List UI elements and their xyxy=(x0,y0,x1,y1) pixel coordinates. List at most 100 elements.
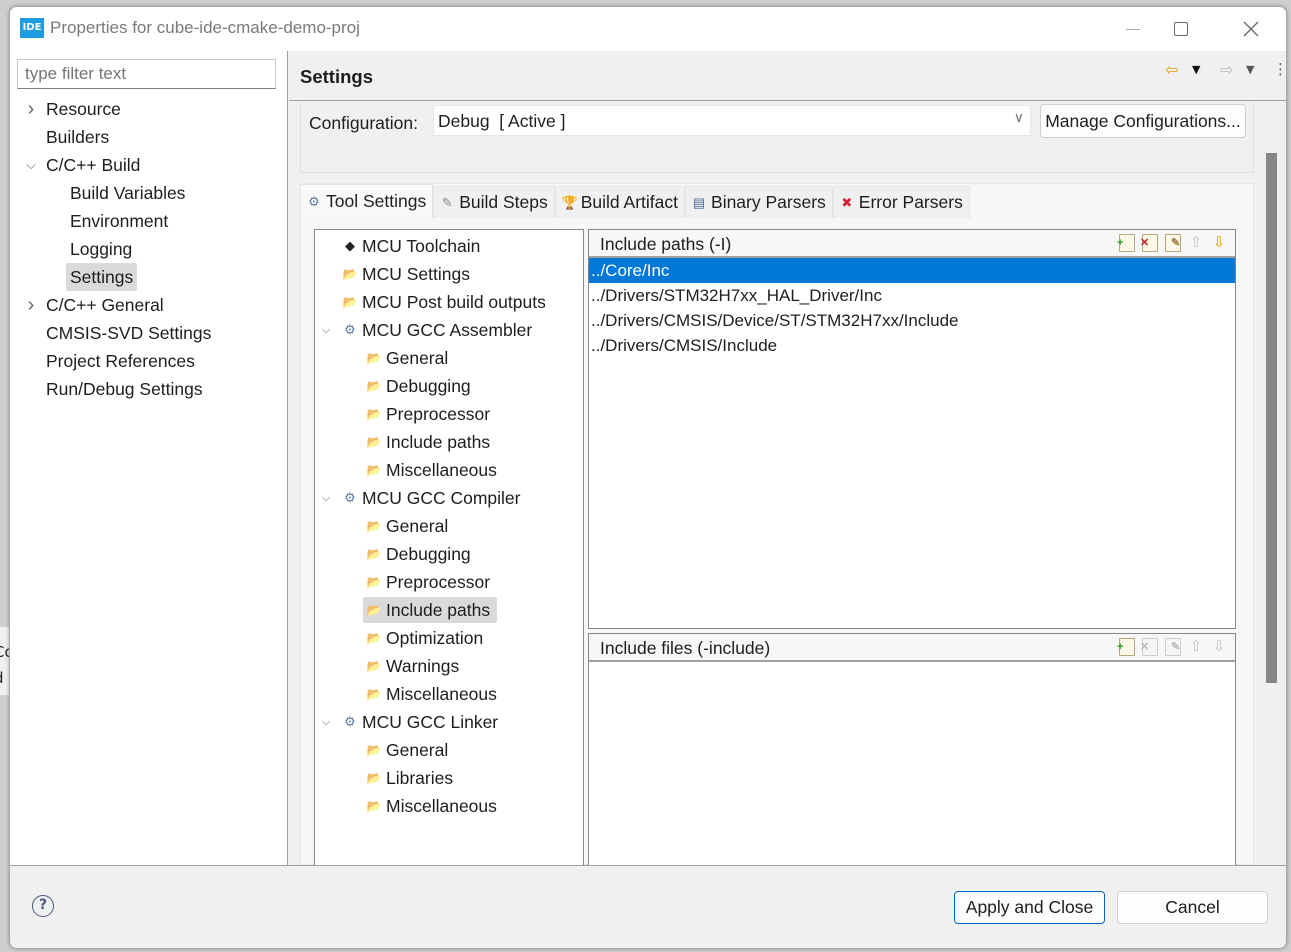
tool-tree-item[interactable]: ⌵ ⚙ MCU GCC Linker xyxy=(315,708,583,736)
option-folder-icon: 📂 xyxy=(366,379,382,393)
tool-tree-item[interactable]: ◆ MCU Toolchain xyxy=(315,232,583,260)
properties-dialog: IDE Properties for cube-ide-cmake-demo-p… xyxy=(9,6,1287,949)
nav-item-label: Project References xyxy=(46,351,195,371)
tool-tree-item[interactable]: 📂 Miscellaneous xyxy=(315,792,583,820)
nav-item-c-c-general[interactable]: › C/C++ General xyxy=(10,291,288,319)
tool-tree-label: Miscellaneous xyxy=(386,684,497,704)
tool-tree-item[interactable]: 📂 Debugging xyxy=(315,540,583,568)
tab-build-steps[interactable]: ✎ Build Steps xyxy=(433,186,555,218)
chevron-down-icon[interactable]: ⌵ xyxy=(319,316,333,344)
tab-label: Error Parsers xyxy=(858,192,963,212)
window-title: Properties for cube-ide-cmake-demo-proj xyxy=(50,18,360,37)
list-item[interactable]: ../Drivers/STM32H7xx_HAL_Driver/Inc xyxy=(589,283,1235,308)
nav-item-label: Environment xyxy=(70,211,169,231)
move-up-icon: ⇧ xyxy=(1189,234,1203,251)
chevron-down-icon[interactable]: ⌵ xyxy=(24,151,38,179)
delete-mark: ✕ xyxy=(1140,237,1150,249)
include-files-panel: Include files (-include) + ✕ ✎ ⇧ ⇩ xyxy=(588,633,1236,869)
edit-icon: ✎ xyxy=(1165,638,1181,656)
filter-input[interactable] xyxy=(17,59,276,89)
background-text: d xyxy=(0,669,4,687)
title-bar[interactable]: IDE Properties for cube-ide-cmake-demo-p… xyxy=(10,7,1286,51)
list-item[interactable]: ../Drivers/CMSIS/Device/ST/STM32H7xx/Inc… xyxy=(589,308,1235,333)
tab-tool-settings[interactable]: ⚙ Tool Settings xyxy=(300,184,434,218)
add-icon[interactable]: + xyxy=(1117,234,1135,252)
nav-item-resource[interactable]: › Resource xyxy=(10,95,288,123)
vertical-scrollbar[interactable] xyxy=(1261,101,1283,865)
tool-tree-label: Debugging xyxy=(386,544,471,564)
configuration-select[interactable]: Debug [ Active ] ∨ xyxy=(433,105,1031,136)
tool-tree-item[interactable]: 📂 MCU Post build outputs xyxy=(315,288,583,316)
forward-dropdown-icon[interactable]: ▼ xyxy=(1246,63,1254,76)
back-button[interactable]: ⇦ xyxy=(1165,60,1178,79)
option-folder-icon: 📂 xyxy=(366,463,382,477)
back-dropdown-icon[interactable]: ▼ xyxy=(1192,63,1200,76)
minimize-button[interactable] xyxy=(1110,7,1156,51)
cancel-button[interactable]: Cancel xyxy=(1117,891,1268,924)
tool-tree-item[interactable]: ⌵ ⚙ MCU GCC Compiler xyxy=(315,484,583,512)
nav-item-cmsis-svd-settings[interactable]: CMSIS-SVD Settings xyxy=(10,319,288,347)
tool-tree-item[interactable]: 📂 General xyxy=(315,736,583,764)
nav-item-settings[interactable]: Settings xyxy=(10,263,288,291)
manage-configurations-button[interactable]: Manage Configurations... xyxy=(1040,104,1246,138)
maximize-button[interactable] xyxy=(1158,7,1204,51)
include-paths-toolbar: + ✕ ✎ ⇧ ⇩ xyxy=(1117,234,1227,252)
close-button[interactable] xyxy=(1228,7,1274,51)
tool-tree-label: MCU Settings xyxy=(362,264,470,284)
nav-item-label: C/C++ Build xyxy=(46,155,141,175)
tool-tree-label: Libraries xyxy=(386,768,454,788)
nav-item-logging[interactable]: Logging xyxy=(10,235,288,263)
list-item[interactable]: ../Core/Inc xyxy=(589,258,1235,283)
minimize-icon xyxy=(1126,28,1140,30)
chevron-down-icon[interactable]: ⌵ xyxy=(319,484,333,512)
chevron-right-icon[interactable]: › xyxy=(24,291,38,319)
tool-tree-item[interactable]: 📂 Include paths xyxy=(315,428,583,456)
tool-tree-item[interactable]: 📂 MCU Settings xyxy=(315,260,583,288)
edit-icon[interactable]: ✎ xyxy=(1165,234,1181,252)
nav-item-label: Build Variables xyxy=(70,183,186,203)
tab-build-artifact[interactable]: 🏆 Build Artifact xyxy=(554,186,686,218)
nav-item-label: Resource xyxy=(46,99,121,119)
list-item[interactable]: ../Drivers/CMSIS/Include xyxy=(589,333,1235,358)
option-folder-icon: 📂 xyxy=(366,687,382,701)
tool-settings-icon: ⚙ xyxy=(308,193,320,209)
help-button[interactable]: ? xyxy=(32,895,54,917)
tool-tree-item[interactable]: 📂 Preprocessor xyxy=(315,568,583,596)
forward-button[interactable]: ⇨ xyxy=(1220,60,1233,79)
chevron-right-icon[interactable]: › xyxy=(24,95,38,123)
tool-tree-item[interactable]: 📂 Miscellaneous xyxy=(315,680,583,708)
include-paths-panel: Include paths (-I) + ✕ ✎ ⇧ ⇩ ../Core/Inc ../D… xyxy=(588,229,1236,629)
tool-tree-item[interactable]: ⌵ ⚙ MCU GCC Assembler xyxy=(315,316,583,344)
tab-binary-parsers[interactable]: ▤ Binary Parsers xyxy=(685,186,833,218)
nav-item-label: CMSIS-SVD Settings xyxy=(46,323,212,343)
tab-label: Binary Parsers xyxy=(711,192,826,212)
delete-icon[interactable]: ✕ xyxy=(1140,234,1158,252)
apply-and-close-button[interactable]: Apply and Close xyxy=(954,891,1105,924)
nav-item-c-c-build[interactable]: ⌵ C/C++ Build xyxy=(10,151,288,179)
chevron-down-icon[interactable]: ⌵ xyxy=(319,708,333,736)
tool-tree-item[interactable]: 📂 Miscellaneous xyxy=(315,456,583,484)
tool-tree-item[interactable]: 📂 Warnings xyxy=(315,652,583,680)
tool-tree-item[interactable]: 📂 General xyxy=(315,344,583,372)
tool-tree-label: General xyxy=(386,348,449,368)
view-menu-icon[interactable]: ⋮ xyxy=(1273,60,1286,78)
nav-item-run-debug-settings[interactable]: Run/Debug Settings xyxy=(10,375,288,403)
nav-item-environment[interactable]: Environment xyxy=(10,207,288,235)
edit-mark: ✎ xyxy=(1171,641,1181,653)
tab-error-parsers[interactable]: ✖ Error Parsers xyxy=(832,186,970,218)
tool-tree-item[interactable]: 📂 Optimization xyxy=(315,624,583,652)
tab-label: Tool Settings xyxy=(326,191,427,211)
nav-item-build-variables[interactable]: Build Variables xyxy=(10,179,288,207)
nav-item-builders[interactable]: Builders xyxy=(10,123,288,151)
tool-tree-item[interactable]: 📂 Include paths xyxy=(315,596,583,624)
scrollbar-thumb[interactable] xyxy=(1266,153,1277,683)
tool-tree-item[interactable]: 📂 Preprocessor xyxy=(315,400,583,428)
add-mark: + xyxy=(1117,641,1124,653)
tool-tree-item[interactable]: 📂 Debugging xyxy=(315,372,583,400)
move-down-icon[interactable]: ⇩ xyxy=(1211,234,1227,252)
tool-tree-item[interactable]: 📂 General xyxy=(315,512,583,540)
include-paths-title: Include paths (-I) xyxy=(600,234,732,254)
nav-item-project-references[interactable]: Project References xyxy=(10,347,288,375)
tool-tree-item[interactable]: 📂 Libraries xyxy=(315,764,583,792)
add-icon[interactable]: + xyxy=(1117,638,1135,656)
